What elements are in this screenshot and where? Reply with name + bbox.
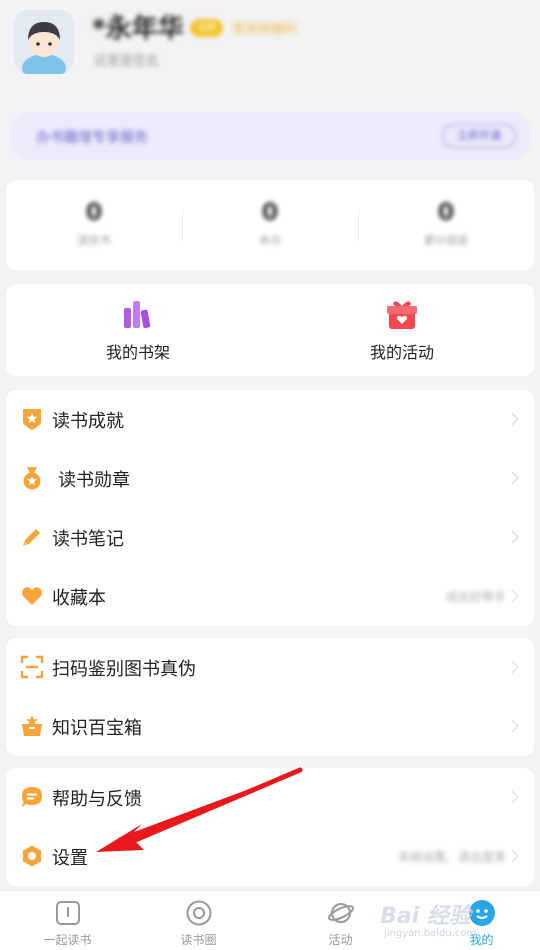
username: *永年华 <box>92 14 184 44</box>
stat-item[interactable]: 0 累计阅读 <box>358 198 534 248</box>
menu-item-help[interactable]: 帮助与反馈 <box>6 768 534 826</box>
menu-item-favorites[interactable]: 收藏本 成长好帮手 <box>6 567 534 625</box>
chevron-right-icon <box>511 719 520 733</box>
menu-item-label: 扫码鉴别图书真伪 <box>52 659 196 680</box>
chat-icon <box>22 787 42 807</box>
my-bookshelf-button[interactable]: 我的书架 <box>6 298 270 363</box>
user-signature: 这里是签名 <box>94 54 160 69</box>
stats-card: 0 读完书 0 本月 0 累计阅读 <box>6 180 534 270</box>
vip-badge: VIP <box>190 19 224 37</box>
pencil-icon <box>23 529 40 546</box>
circle-icon <box>186 900 211 926</box>
tab-label: 读书圈 <box>180 933 217 947</box>
book-icon <box>55 901 80 925</box>
gear-icon <box>22 845 42 867</box>
menu-item-label: 读书笔记 <box>52 529 124 550</box>
watermark-logo: Bai 经验 <box>380 904 471 929</box>
watermark-url: jingyan.baidu.com <box>384 928 477 939</box>
chevron-right-icon <box>511 589 520 603</box>
stat-value: 0 <box>85 198 103 226</box>
stat-label: 读完书 <box>77 234 111 247</box>
tab-label: 一起读书 <box>43 933 92 947</box>
tab-read-together[interactable]: 一起读书 <box>0 891 135 950</box>
treasure-box-icon <box>22 715 42 736</box>
menu-item-value: 成长好帮手 <box>445 590 506 604</box>
quick-entries-card: 我的书架 我的活动 <box>6 284 534 376</box>
stat-value: 0 <box>437 198 455 226</box>
chevron-right-icon <box>511 530 520 544</box>
my-activity-button[interactable]: 我的活动 <box>270 298 534 363</box>
menu-item-treasure[interactable]: 知识百宝箱 <box>6 697 534 755</box>
menu-item-achievement[interactable]: 读书成就 <box>6 390 534 448</box>
chevron-right-icon <box>511 849 520 863</box>
menu-card-tools: 扫码鉴别图书真伪 知识百宝箱 <box>6 638 534 756</box>
avatar[interactable] <box>14 10 74 74</box>
stat-label: 累计阅读 <box>424 234 468 247</box>
trophy-icon <box>23 409 41 430</box>
chevron-right-icon <box>511 412 520 426</box>
stat-item[interactable]: 0 读完书 <box>6 198 182 248</box>
menu-item-label: 收藏本 <box>52 588 106 609</box>
vip-open-button[interactable]: 立即开通 <box>442 124 516 148</box>
vip-banner-text: 办书籍增专享服务 <box>36 130 148 146</box>
bookshelf-icon <box>124 301 151 329</box>
badge-text[interactable]: 签到领福利 <box>232 18 297 37</box>
scan-icon <box>20 655 44 679</box>
menu-item-label: 知识百宝箱 <box>52 718 142 739</box>
profile-icon <box>468 900 495 926</box>
menu-item-label: 读书成就 <box>52 411 124 432</box>
gift-icon <box>387 301 417 329</box>
stat-value: 0 <box>261 198 279 226</box>
menu-item-label: 设置 <box>52 848 88 869</box>
stat-label: 本月 <box>259 234 281 247</box>
menu-item-label: 读书勋章 <box>58 470 130 491</box>
menu-item-label: 帮助与反馈 <box>52 789 142 810</box>
vip-banner[interactable]: 办书籍增专享服务 立即开通 <box>10 112 530 160</box>
my-activity-label: 我的活动 <box>369 343 434 362</box>
heart-icon <box>22 587 42 605</box>
menu-card-system: 帮助与反馈 设置 系统设置、退出登录 <box>6 768 534 886</box>
menu-item-scan[interactable]: 扫码鉴别图书真伪 <box>6 638 534 696</box>
chevron-right-icon <box>511 660 520 674</box>
chevron-right-icon <box>511 790 520 804</box>
chevron-right-icon <box>511 471 520 485</box>
menu-item-settings[interactable]: 设置 系统设置、退出登录 <box>6 827 534 885</box>
menu-item-value: 系统设置、退出登录 <box>397 850 506 864</box>
profile-header[interactable]: *永年华 VIP 签到领福利 这里是签名 <box>0 0 540 100</box>
stat-item[interactable]: 0 本月 <box>182 198 358 248</box>
planet-icon <box>327 903 354 923</box>
my-bookshelf-label: 我的书架 <box>105 343 170 362</box>
menu-item-medal[interactable]: 读书勋章 <box>6 449 534 507</box>
medal-icon <box>23 467 41 490</box>
menu-card-reading: 读书成就 读书勋章 读书笔记 收藏本 成长好帮手 <box>6 390 534 626</box>
tab-reading-circle[interactable]: 读书圈 <box>131 891 266 950</box>
menu-item-notes[interactable]: 读书笔记 <box>6 508 534 566</box>
